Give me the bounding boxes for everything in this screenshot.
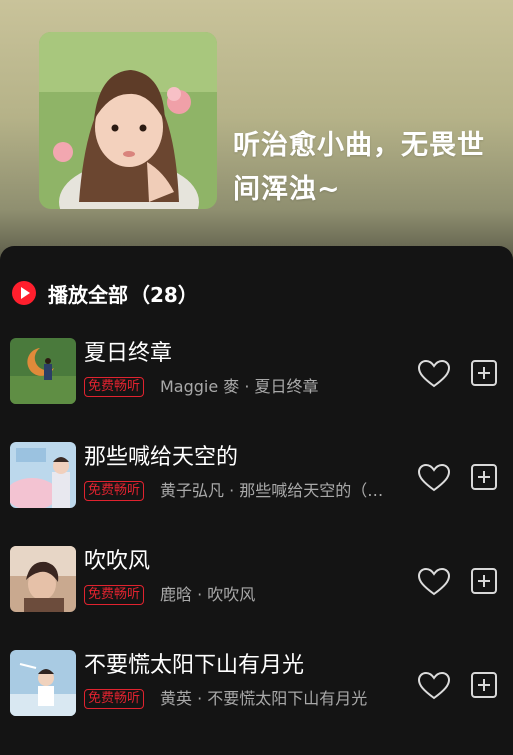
add-to-playlist-icon[interactable] [471,568,497,594]
play-circle-icon [12,281,36,305]
song-title: 不要慌太阳下山有月光 [84,653,305,678]
heart-icon[interactable] [417,567,451,597]
song-row[interactable]: 吹吹风 免费畅听 鹿晗 · 吹吹风 [0,546,513,618]
add-to-playlist-icon[interactable] [471,464,497,490]
free-listen-badge: 免费畅听 [84,689,145,709]
song-cover [10,650,76,716]
song-cover [10,338,76,404]
cover-portrait-image [39,32,217,209]
cover-image [10,650,76,716]
free-listen-badge: 免费畅听 [84,585,145,605]
song-row[interactable]: 夏日终章 免费畅听 Maggie 麥 · 夏日终章 [0,338,513,410]
song-list-panel: 播放全部 （28） 夏日终章 免费畅听 Maggie 麥 · 夏日终章 那些喊给… [0,246,513,755]
play-all-button[interactable]: 播放全部 （28） [12,276,198,310]
heart-icon[interactable] [417,463,451,493]
playlist-page: 听治愈小曲，无畏世间浑浊~ 播放全部 （28） 夏日终章 免费畅听 Maggie… [0,0,513,755]
song-row[interactable]: 不要慌太阳下山有月光 免费畅听 黄英 · 不要慌太阳下山有月光 [0,650,513,722]
song-count: （28） [130,282,198,307]
add-to-playlist-icon[interactable] [471,360,497,386]
song-artist-album: 黄子弘凡 · 那些喊给天空的（… [160,481,384,500]
song-artist-album: 鹿晗 · 吹吹风 [160,585,256,604]
song-row[interactable]: 那些喊给天空的 免费畅听 黄子弘凡 · 那些喊给天空的（… [0,442,513,514]
song-title: 夏日终章 [84,341,173,366]
song-cover [10,442,76,508]
song-artist-album: 黄英 · 不要慌太阳下山有月光 [160,689,368,708]
heart-icon[interactable] [417,671,451,701]
song-title: 吹吹风 [84,549,151,574]
song-artist-album: Maggie 麥 · 夏日终章 [160,377,319,396]
add-to-playlist-icon[interactable] [471,672,497,698]
cover-image [10,546,76,612]
free-listen-badge: 免费畅听 [84,377,145,397]
cover-image [10,442,76,508]
playlist-cover[interactable] [39,32,217,209]
song-cover [10,546,76,612]
free-listen-badge: 免费畅听 [84,481,145,501]
playlist-header: 听治愈小曲，无畏世间浑浊~ [0,0,513,262]
song-title: 那些喊给天空的 [84,445,239,470]
heart-icon[interactable] [417,359,451,389]
cover-image [10,338,76,404]
playlist-headline: 听治愈小曲，无畏世间浑浊~ [233,130,485,205]
play-all-label: 播放全部 [48,282,128,307]
